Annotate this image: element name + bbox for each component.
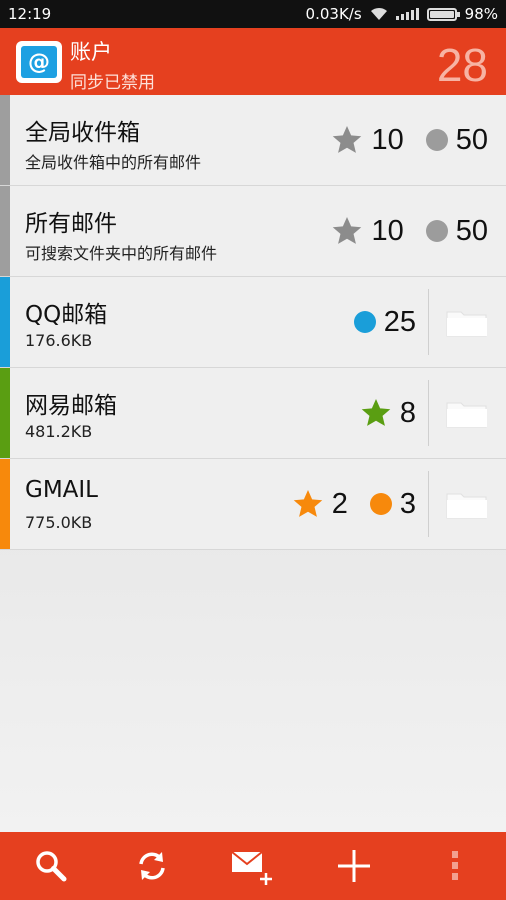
item-description: 全局收件箱中的所有邮件 bbox=[25, 153, 202, 172]
item-description: 可搜索文件夹中的所有邮件 bbox=[25, 244, 218, 263]
starred-count[interactable]: 2 bbox=[292, 488, 348, 521]
color-stripe bbox=[0, 186, 10, 276]
status-time: 12:19 bbox=[8, 5, 52, 23]
battery-icon bbox=[426, 7, 460, 21]
folder-icon[interactable] bbox=[446, 400, 488, 428]
status-bar: 12:19 0.03K/s 98% bbox=[0, 0, 506, 28]
sync-status: 同步已禁用 bbox=[70, 73, 155, 93]
starred-count[interactable]: 8 bbox=[360, 397, 416, 430]
refresh-icon bbox=[139, 852, 165, 880]
bottom-toolbar bbox=[0, 832, 506, 900]
search-button[interactable] bbox=[26, 841, 76, 891]
list-item-account-netease[interactable]: 网易邮箱 481.2KB 8 bbox=[0, 368, 506, 459]
mail-at-icon[interactable]: @ bbox=[16, 41, 62, 83]
divider bbox=[428, 289, 429, 355]
color-stripe bbox=[0, 277, 10, 367]
item-name: 所有邮件 bbox=[25, 211, 117, 237]
unread-total: 28 bbox=[436, 39, 488, 91]
unread-dot-icon bbox=[353, 311, 376, 333]
color-stripe bbox=[0, 368, 10, 458]
item-counts: 2 3 bbox=[280, 459, 416, 549]
starred-count[interactable]: 10 bbox=[331, 215, 404, 248]
network-speed: 0.03K/s bbox=[305, 5, 362, 23]
color-stripe bbox=[0, 459, 10, 549]
app-bar: @ 账户 同步已禁用 28 bbox=[0, 28, 506, 95]
account-list: 全局收件箱 全局收件箱中的所有邮件 10 50 所有邮件 可搜索文件夹中的所有邮… bbox=[0, 95, 506, 550]
unread-dot-icon bbox=[425, 129, 448, 151]
item-counts: 10 50 bbox=[319, 186, 488, 276]
overflow-menu-icon bbox=[452, 851, 459, 880]
unread-count[interactable]: 3 bbox=[369, 488, 416, 521]
divider bbox=[428, 471, 429, 537]
folder-icon[interactable] bbox=[446, 309, 488, 337]
list-item-account-qq[interactable]: QQ邮箱 176.6KB 25 bbox=[0, 277, 506, 368]
signal-icon bbox=[395, 8, 419, 20]
folder-icon[interactable] bbox=[446, 491, 488, 519]
account-name: QQ邮箱 bbox=[25, 302, 108, 328]
list-item-all-mail[interactable]: 所有邮件 可搜索文件夹中的所有邮件 10 50 bbox=[0, 186, 506, 277]
unread-dot-icon bbox=[425, 220, 448, 242]
account-size: 176.6KB bbox=[25, 331, 93, 350]
starred-count[interactable]: 10 bbox=[331, 124, 404, 157]
account-size: 775.0KB bbox=[25, 513, 93, 532]
account-name: 网易邮箱 bbox=[25, 393, 117, 419]
account-name: GMAIL bbox=[25, 477, 98, 503]
search-icon bbox=[35, 851, 67, 882]
divider bbox=[428, 380, 429, 446]
page-title: 账户 bbox=[70, 40, 112, 64]
unread-count[interactable]: 25 bbox=[353, 306, 416, 339]
battery-level: 98% bbox=[464, 5, 498, 23]
add-account-button[interactable] bbox=[329, 841, 379, 891]
star-icon bbox=[361, 399, 391, 426]
account-size: 481.2KB bbox=[25, 422, 93, 441]
refresh-button[interactable] bbox=[127, 841, 177, 891]
star-icon bbox=[333, 217, 362, 244]
color-stripe bbox=[0, 95, 10, 185]
item-counts: 10 50 bbox=[319, 95, 488, 185]
overflow-menu-button[interactable] bbox=[430, 841, 480, 891]
star-icon bbox=[333, 126, 362, 153]
star-icon bbox=[293, 490, 322, 517]
list-item-unified-inbox[interactable]: 全局收件箱 全局收件箱中的所有邮件 10 50 bbox=[0, 95, 506, 186]
item-counts: 8 bbox=[348, 368, 416, 458]
add-icon bbox=[338, 850, 371, 882]
unread-count[interactable]: 50 bbox=[425, 215, 488, 248]
list-item-account-gmail[interactable]: GMAIL 775.0KB 2 3 bbox=[0, 459, 506, 550]
wifi-icon bbox=[370, 7, 387, 20]
status-indicators: 0.03K/s 98% bbox=[306, 5, 498, 23]
unread-count[interactable]: 50 bbox=[425, 124, 488, 157]
item-name: 全局收件箱 bbox=[25, 120, 140, 146]
compose-icon bbox=[231, 851, 272, 885]
unread-dot-icon bbox=[369, 493, 392, 515]
compose-button[interactable] bbox=[228, 841, 278, 891]
item-counts: 25 bbox=[342, 277, 416, 367]
